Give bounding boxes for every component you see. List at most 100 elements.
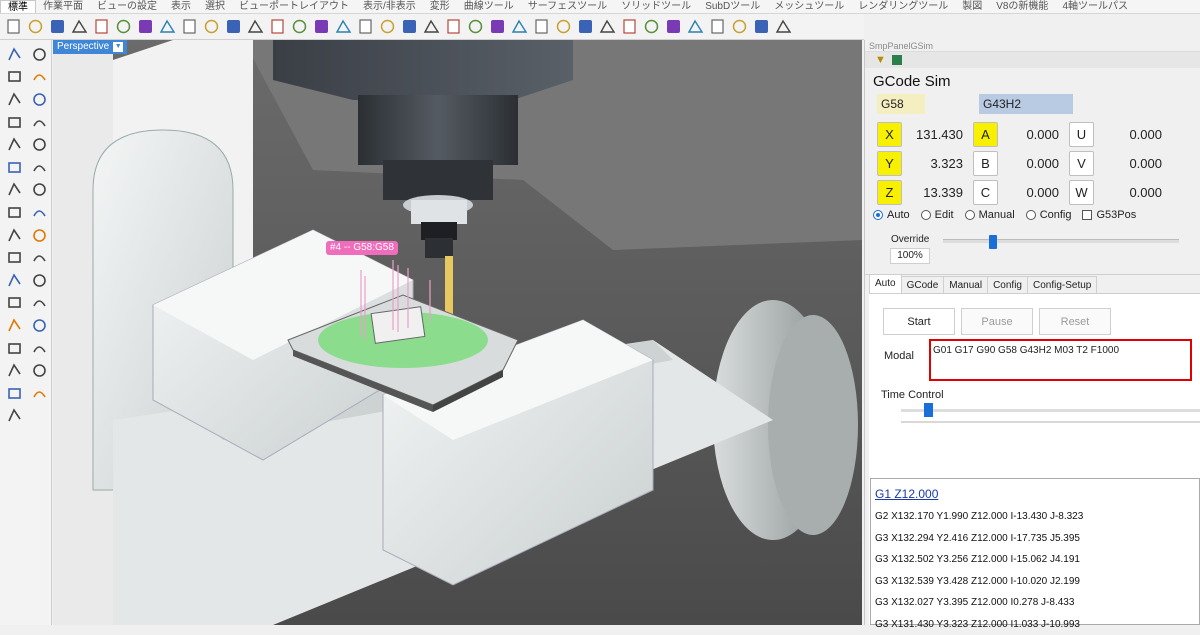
zoom-extents-icon[interactable] [290,17,309,36]
burst-icon[interactable] [27,201,51,224]
panel-sim-icon[interactable] [892,55,902,65]
start-button[interactable]: Start [883,308,955,335]
save-icon[interactable] [48,17,67,36]
gcode-line[interactable]: G3 X132.539 Y3.428 Z12.000 I-10.020 J2.1… [875,571,1195,593]
free-curve-icon[interactable] [27,133,51,156]
time-control-thumb[interactable] [924,403,933,417]
blend-icon[interactable] [27,269,51,292]
ghosted-icon[interactable] [510,17,529,36]
mode-config-radio[interactable]: Config [1026,209,1072,221]
move-icon[interactable] [27,337,51,360]
rotate-icon[interactable] [224,17,243,36]
mode-edit-radio[interactable]: Edit [921,209,954,221]
ribbon-tab[interactable]: ビューの設定 [90,0,164,13]
surface-icon[interactable] [27,224,51,247]
open-file-icon[interactable] [26,17,45,36]
paste-icon[interactable] [158,17,177,36]
viewport-title[interactable]: Perspective ▼ [53,40,127,54]
copy-icon[interactable] [136,17,155,36]
arc-icon[interactable] [2,111,26,134]
point-icon[interactable] [598,17,617,36]
properties-icon[interactable] [422,17,441,36]
solid-box-icon[interactable] [2,179,26,202]
axis-v-label[interactable]: V [1069,151,1094,176]
mesh-icon[interactable] [27,246,51,269]
environment-icon[interactable] [664,17,683,36]
ribbon-tab[interactable]: 変形 [423,0,457,13]
sphere-render-icon[interactable] [642,17,661,36]
curve-tool-icon[interactable] [2,269,26,292]
solid-edit-icon[interactable] [27,382,51,405]
mode-manual-radio[interactable]: Manual [965,209,1015,221]
ribbon-tab[interactable]: 標準 [0,0,36,13]
ribbon-tab[interactable]: 4軸ツールパス [1055,0,1135,13]
array-icon[interactable] [2,337,26,360]
polygon-icon[interactable] [2,133,26,156]
gcode-line[interactable]: G2 X132.170 Y1.990 Z12.000 I-13.430 J-8.… [875,506,1195,528]
osnap-icon[interactable] [752,17,771,36]
axis-a-label[interactable]: A [973,122,998,147]
axis-c-label[interactable]: C [973,180,998,205]
ribbon-tab[interactable]: ソリッドツール [614,0,698,13]
snap-icon[interactable] [730,17,749,36]
xray-icon[interactable] [532,17,551,36]
new-file-icon[interactable] [4,17,23,36]
shaded-icon[interactable] [466,17,485,36]
scale-icon[interactable] [27,359,51,382]
reset-button[interactable]: Reset [1039,308,1111,335]
check-icon[interactable] [2,382,26,405]
override-slider-thumb[interactable] [989,235,997,249]
pan-icon[interactable] [202,17,221,36]
box-icon[interactable] [2,156,26,179]
gcode-current-line[interactable]: G1 Z12.000 [875,487,1195,501]
text-icon[interactable] [2,292,26,315]
boolean-icon[interactable] [2,246,26,269]
material-ball-icon[interactable] [620,17,639,36]
zoom-window-icon[interactable] [268,17,287,36]
extrude-icon[interactable] [27,179,51,202]
ribbon-tab[interactable]: ビューポートレイアウト [232,0,356,13]
zoom-selected-icon[interactable] [312,17,331,36]
ribbon-tab[interactable]: 製図 [955,0,989,13]
polyline-icon[interactable] [2,66,26,89]
gcode-listing[interactable]: G1 Z12.000 G2 X132.170 Y1.990 Z12.000 I-… [870,478,1200,625]
ribbon-tab[interactable]: メッシュツール [767,0,851,13]
ellipse-icon[interactable] [27,88,51,111]
ribbon-tab[interactable]: V8の新機能 [989,0,1055,13]
zoom-all-icon[interactable] [334,17,353,36]
time-control-slider[interactable] [901,409,1200,412]
axis-z-label[interactable]: Z [877,180,902,205]
camera-icon[interactable] [686,17,705,36]
override-slider[interactable] [943,239,1179,243]
cut-icon[interactable] [114,17,133,36]
grid-icon[interactable] [708,17,727,36]
ribbon-tab[interactable]: 選択 [198,0,232,13]
curve-icon[interactable] [27,66,51,89]
fillet-icon[interactable] [2,201,26,224]
help-icon[interactable] [774,17,793,36]
gcode-line[interactable]: G3 X132.502 Y3.256 Z12.000 I-15.062 J4.1… [875,549,1195,571]
rectangle-icon[interactable] [27,111,51,134]
dimension-icon[interactable] [27,292,51,315]
zoom-icon[interactable] [246,17,265,36]
tab-auto[interactable]: Auto [869,274,902,295]
cylinder-icon[interactable] [2,314,26,337]
plane-icon[interactable] [2,224,26,247]
pause-button[interactable]: Pause [961,308,1033,335]
wireframe-icon[interactable] [444,17,463,36]
ribbon-tab[interactable]: 表示 [164,0,198,13]
import-icon[interactable] [92,17,111,36]
gcode-line[interactable]: G3 X132.294 Y2.416 Z12.000 I-17.735 J5.3… [875,528,1195,550]
four-viewports-icon[interactable] [378,17,397,36]
select-icon[interactable] [2,43,26,66]
viewport-perspective[interactable]: Perspective ▼ #4 -- G58:G58 [53,40,862,625]
ribbon-tab[interactable]: 曲線ツール [457,0,521,13]
mirror-icon[interactable] [2,359,26,382]
point-icon[interactable] [27,43,51,66]
axis-w-label[interactable]: W [1069,180,1094,205]
axis-x-label[interactable]: X [877,122,902,147]
undo-icon[interactable] [180,17,199,36]
circle-icon[interactable] [2,88,26,111]
gcode-line[interactable]: G3 X131.430 Y3.323 Z12.000 I1.033 J-10.9… [875,614,1195,635]
ribbon-tab[interactable]: 表示/非表示 [356,0,423,13]
